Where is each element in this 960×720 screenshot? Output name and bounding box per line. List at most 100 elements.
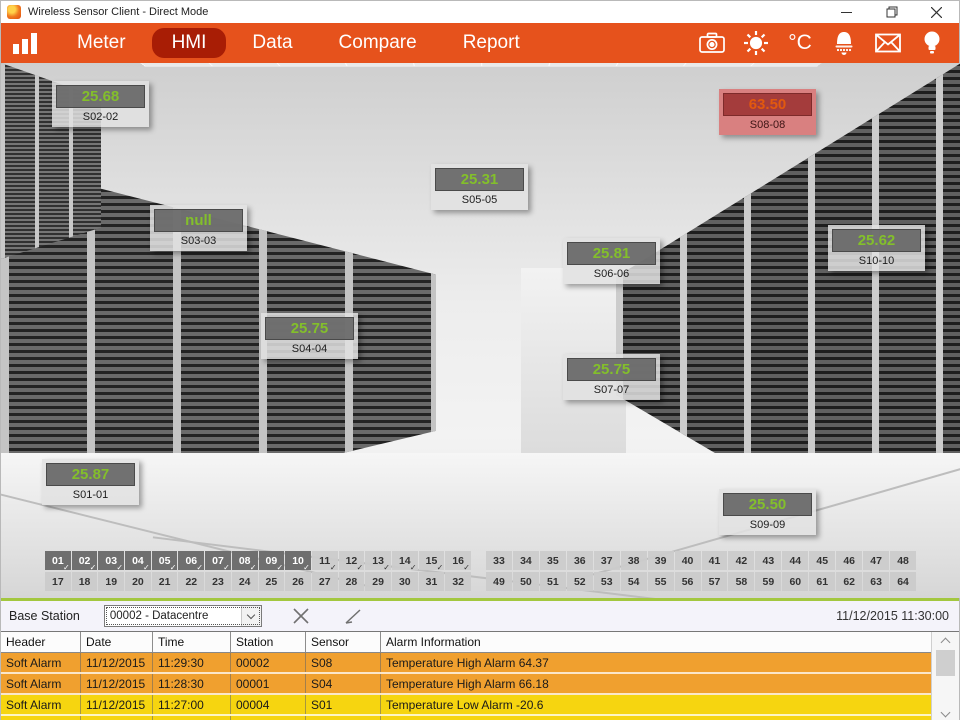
channel-cell-05[interactable]: 05✓ [152, 551, 178, 570]
channel-cell-41[interactable]: 41 [702, 551, 728, 570]
scrollbar-thumb[interactable] [936, 650, 955, 676]
channel-cell-46[interactable]: 46 [836, 551, 862, 570]
alarm-row[interactable]: Soft Alarm11/12/201511:27:0000004S01Temp… [1, 695, 933, 716]
channel-cell-04[interactable]: 04✓ [125, 551, 151, 570]
sensor-label-S05-05[interactable]: 25.31S05-05 [431, 164, 528, 210]
channel-cell-53[interactable]: 53 [594, 572, 620, 591]
channel-cell-24[interactable]: 24 [232, 572, 258, 591]
channel-cell-03[interactable]: 03✓ [98, 551, 124, 570]
channel-cell-07[interactable]: 07✓ [205, 551, 231, 570]
channel-cell-12[interactable]: 12✓ [339, 551, 365, 570]
close-button[interactable] [914, 1, 959, 23]
alarm-bell-icon[interactable] [827, 29, 861, 57]
tab-data[interactable]: Data [232, 28, 312, 58]
channel-cell-56[interactable]: 56 [675, 572, 701, 591]
alarm-row[interactable]: Soft Alarm11/12/201511:28:3000001S04Temp… [1, 674, 933, 695]
light-bulb-icon[interactable] [915, 29, 949, 57]
sensor-label-S03-03[interactable]: nullS03-03 [150, 205, 247, 251]
channel-cell-29[interactable]: 29 [365, 572, 391, 591]
channel-cell-08[interactable]: 08✓ [232, 551, 258, 570]
channel-cell-11[interactable]: 11✓ [312, 551, 338, 570]
channel-cell-15[interactable]: 15✓ [419, 551, 445, 570]
minimize-button[interactable] [824, 1, 869, 23]
channel-cell-09[interactable]: 09✓ [259, 551, 285, 570]
channel-cell-60[interactable]: 60 [782, 572, 808, 591]
channel-cell-55[interactable]: 55 [648, 572, 674, 591]
camera-icon[interactable] [695, 29, 729, 57]
edit-pencil-icon[interactable] [340, 604, 366, 628]
scroll-up-button[interactable] [932, 632, 959, 648]
channel-cell-19[interactable]: 19 [98, 572, 124, 591]
clear-button[interactable] [288, 604, 314, 628]
channel-cell-54[interactable]: 54 [621, 572, 647, 591]
channel-cell-49[interactable]: 49 [486, 572, 512, 591]
channel-cell-32[interactable]: 32 [445, 572, 471, 591]
channel-cell-43[interactable]: 43 [755, 551, 781, 570]
channel-cell-26[interactable]: 26 [285, 572, 311, 591]
channel-cell-39[interactable]: 39 [648, 551, 674, 570]
channel-cell-44[interactable]: 44 [782, 551, 808, 570]
channel-cell-52[interactable]: 52 [567, 572, 593, 591]
select-dropdown-button[interactable] [241, 606, 261, 626]
channel-cell-14[interactable]: 14✓ [392, 551, 418, 570]
channel-cell-58[interactable]: 58 [728, 572, 754, 591]
channel-cell-20[interactable]: 20 [125, 572, 151, 591]
channel-cell-13[interactable]: 13✓ [365, 551, 391, 570]
sensor-label-S06-06[interactable]: 25.81S06-06 [563, 238, 660, 284]
mail-icon[interactable] [871, 29, 905, 57]
channel-cell-40[interactable]: 40 [675, 551, 701, 570]
channel-cell-57[interactable]: 57 [702, 572, 728, 591]
sensor-label-S07-07[interactable]: 25.75S07-07 [563, 354, 660, 400]
channel-cell-18[interactable]: 18 [72, 572, 98, 591]
tab-report[interactable]: Report [443, 28, 540, 58]
sensor-label-S04-04[interactable]: 25.75S04-04 [261, 313, 358, 359]
sun-brightness-icon[interactable] [739, 29, 773, 57]
channel-cell-45[interactable]: 45 [809, 551, 835, 570]
alarm-row[interactable] [1, 716, 933, 720]
table-scrollbar[interactable] [931, 632, 959, 720]
tab-compare[interactable]: Compare [319, 28, 437, 58]
base-station-select[interactable]: 00002 - Datacentre [104, 605, 262, 627]
channel-cell-27[interactable]: 27 [312, 572, 338, 591]
tab-meter[interactable]: Meter [57, 28, 146, 58]
channel-cell-48[interactable]: 48 [890, 551, 916, 570]
sensor-label-S02-02[interactable]: 25.68S02-02 [52, 81, 149, 127]
channel-cell-35[interactable]: 35 [540, 551, 566, 570]
channel-cell-59[interactable]: 59 [755, 572, 781, 591]
channel-cell-38[interactable]: 38 [621, 551, 647, 570]
channel-cell-36[interactable]: 36 [567, 551, 593, 570]
channel-cell-28[interactable]: 28 [339, 572, 365, 591]
channel-cell-51[interactable]: 51 [540, 572, 566, 591]
sensor-label-S08-08[interactable]: 63.50S08-08 [719, 89, 816, 135]
channel-cell-47[interactable]: 47 [863, 551, 889, 570]
channel-cell-06[interactable]: 06✓ [178, 551, 204, 570]
channel-cell-10[interactable]: 10✓ [285, 551, 311, 570]
tab-hmi[interactable]: HMI [152, 28, 227, 58]
channel-cell-02[interactable]: 02✓ [72, 551, 98, 570]
channel-cell-22[interactable]: 22 [178, 572, 204, 591]
channel-cell-17[interactable]: 17 [45, 572, 71, 591]
sensor-label-S01-01[interactable]: 25.87S01-01 [42, 459, 139, 505]
channel-cell-33[interactable]: 33 [486, 551, 512, 570]
celsius-icon[interactable]: °C [783, 29, 817, 57]
channel-cell-30[interactable]: 30 [392, 572, 418, 591]
scroll-down-button[interactable] [932, 706, 959, 720]
channel-cell-63[interactable]: 63 [863, 572, 889, 591]
channel-cell-42[interactable]: 42 [728, 551, 754, 570]
restore-button[interactable] [869, 1, 914, 23]
channel-cell-23[interactable]: 23 [205, 572, 231, 591]
channel-cell-31[interactable]: 31 [419, 572, 445, 591]
sensor-label-S10-10[interactable]: 25.62S10-10 [828, 225, 925, 271]
channel-cell-62[interactable]: 62 [836, 572, 862, 591]
channel-cell-25[interactable]: 25 [259, 572, 285, 591]
channel-cell-64[interactable]: 64 [890, 572, 916, 591]
channel-cell-37[interactable]: 37 [594, 551, 620, 570]
channel-cell-34[interactable]: 34 [513, 551, 539, 570]
channel-cell-01[interactable]: 01✓ [45, 551, 71, 570]
sensor-label-S09-09[interactable]: 25.50S09-09 [719, 489, 816, 535]
channel-cell-61[interactable]: 61 [809, 572, 835, 591]
channel-cell-50[interactable]: 50 [513, 572, 539, 591]
channel-cell-21[interactable]: 21 [152, 572, 178, 591]
alarm-row[interactable]: Soft Alarm11/12/201511:29:3000002S08Temp… [1, 653, 933, 674]
channel-cell-16[interactable]: 16✓ [445, 551, 471, 570]
